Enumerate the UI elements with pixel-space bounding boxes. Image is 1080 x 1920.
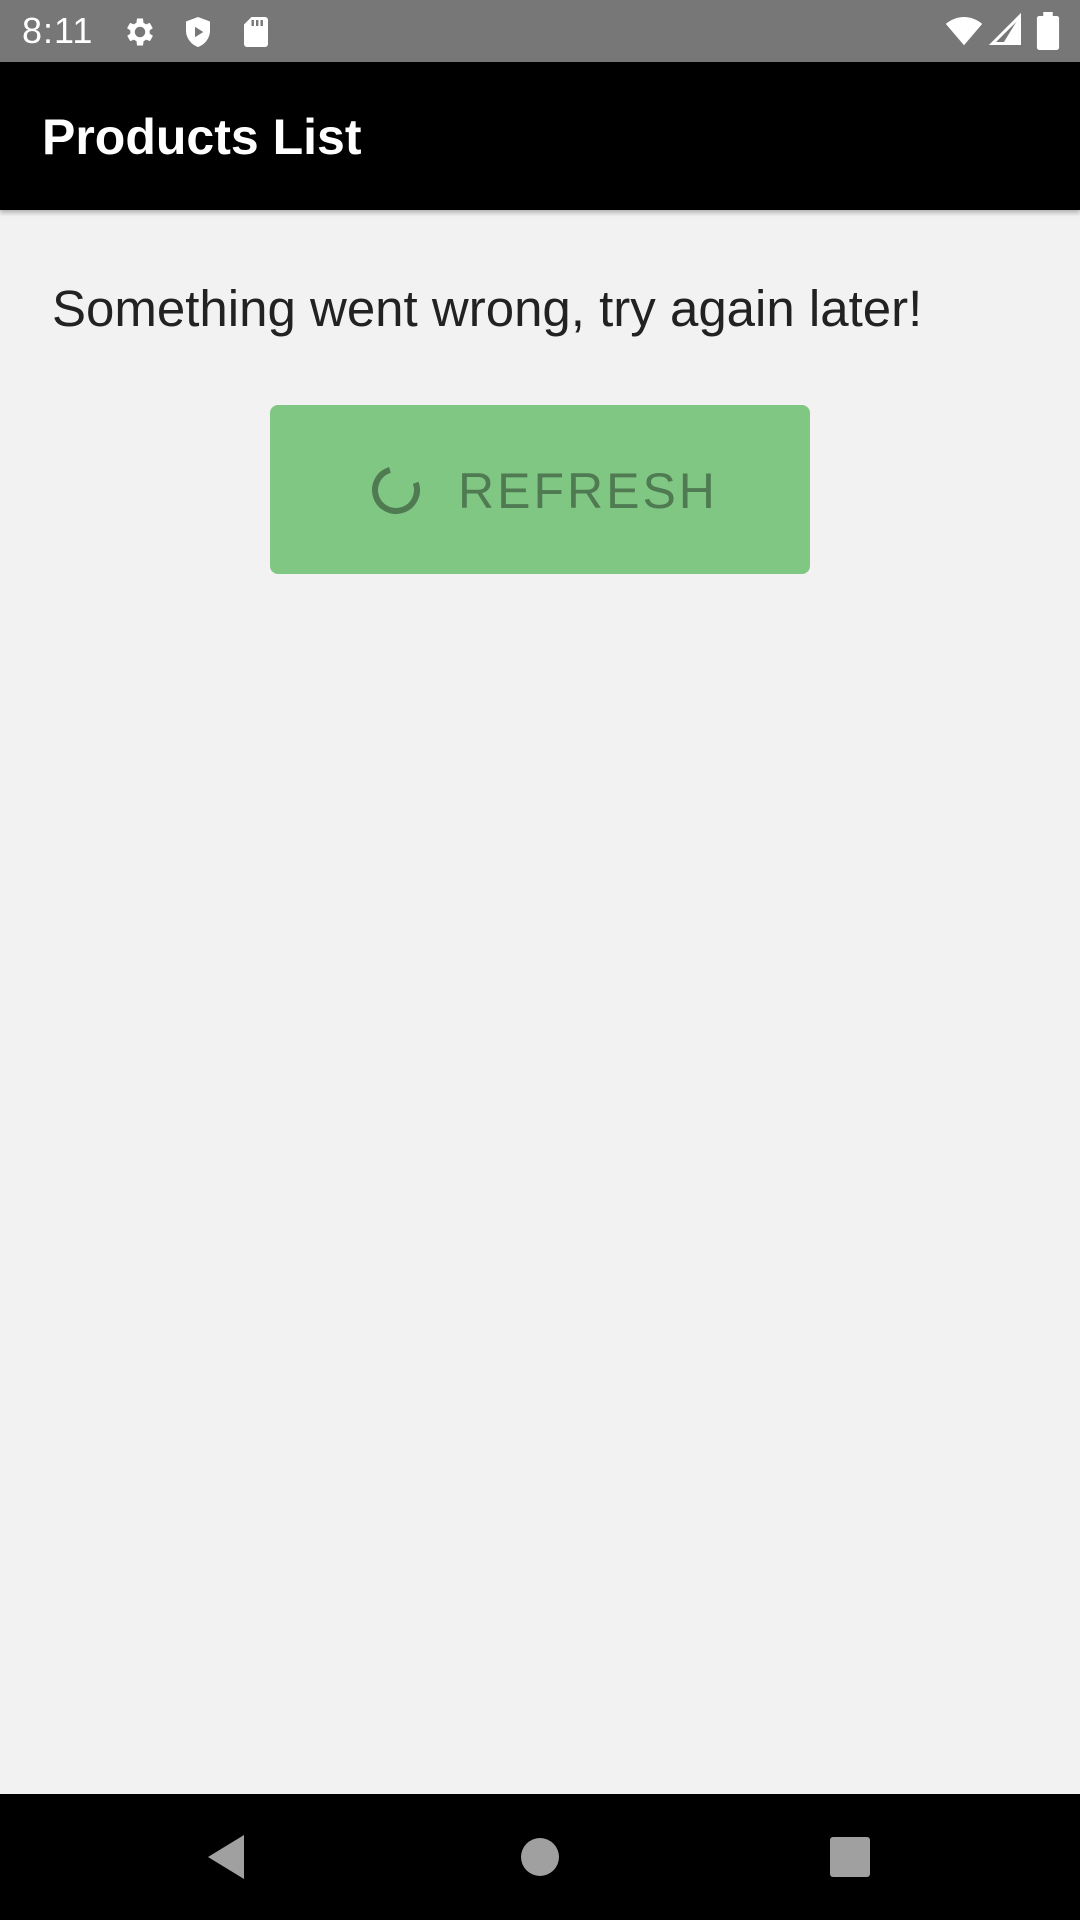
loading-spinner-icon — [370, 464, 422, 516]
back-button[interactable] — [146, 1794, 306, 1920]
refresh-button-label[interactable]: REFRESH — [458, 462, 718, 520]
navigation-bar — [0, 1794, 1080, 1920]
shield-icon — [180, 14, 216, 50]
recents-icon — [830, 1837, 870, 1877]
home-icon — [520, 1837, 560, 1877]
battery-icon — [1036, 12, 1060, 50]
page-title: Products List — [42, 109, 362, 165]
error-message: Something went wrong, try again later! — [52, 280, 923, 337]
back-icon — [204, 1833, 248, 1881]
signal-icon — [988, 12, 1024, 48]
screen: 8:11 Products List Something went wrong,… — [0, 0, 1080, 1920]
app-bar: Products List — [0, 62, 1080, 210]
status-bar: 8:11 — [0, 0, 1080, 62]
recents-button[interactable] — [770, 1794, 930, 1920]
home-button[interactable] — [460, 1794, 620, 1920]
status-time: 8:11 — [22, 10, 94, 51]
gear-icon — [122, 14, 158, 50]
wifi-icon — [944, 12, 984, 50]
sd-card-icon — [238, 14, 274, 50]
